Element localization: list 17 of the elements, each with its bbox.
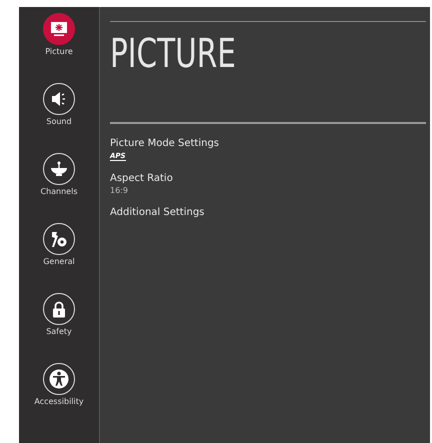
tools-icon [50, 230, 68, 248]
setting-label[interactable]: Picture Mode Settings [110, 138, 220, 149]
setting-label[interactable]: Aspect Ratio [110, 173, 173, 184]
accessibility-icon [48, 369, 69, 389]
sidebar-item[interactable]: General [43, 223, 75, 293]
speaker-icon [51, 91, 67, 107]
setting-value: 16:9 [110, 186, 128, 195]
monitor-icon [50, 21, 68, 37]
sidebar-item[interactable]: Accessibility [34, 363, 84, 433]
sidebar-item[interactable]: Picture [43, 13, 75, 83]
satellite-dish-icon [50, 161, 68, 177]
page-title: PICTURE [110, 34, 237, 74]
sidebar-item[interactable]: Channels [40, 153, 78, 223]
padlock-icon [52, 300, 66, 318]
sidebar-item[interactable]: Safety [43, 293, 75, 363]
sidebar-item[interactable]: Sound [43, 83, 75, 153]
setting-label[interactable]: Additional Settings [110, 207, 204, 218]
